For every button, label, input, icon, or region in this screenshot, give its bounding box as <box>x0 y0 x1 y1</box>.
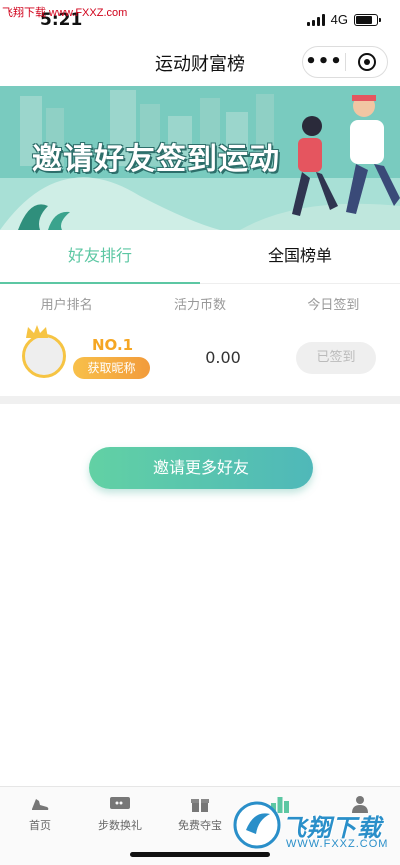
tabbar-label-home: 首页 <box>29 819 51 832</box>
target-icon <box>357 53 376 71</box>
header-user-rank: 用户排名 <box>40 298 93 313</box>
banner[interactable]: 邀请好友签到运动 <box>0 86 400 230</box>
ranking-tabs: 好友排行 全国榜单 <box>0 230 400 284</box>
table-header: 用户排名 活力币数 今日签到 <box>0 294 400 313</box>
shoe-icon <box>32 799 49 810</box>
signal-icon <box>306 13 325 26</box>
tabbar-item-home[interactable]: 首页 <box>0 787 80 847</box>
invite-more-friends-button[interactable]: 邀请更多好友 <box>89 447 313 489</box>
tabbar-item-steps-gift[interactable]: 步数换礼 <box>80 787 160 847</box>
get-nickname-button[interactable]: 获取昵称 <box>73 357 150 379</box>
signed-in-button: 已签到 <box>296 342 376 374</box>
gift-icon <box>191 799 209 812</box>
table-row: NO.1 获取昵称 0.00 已签到 <box>0 320 400 396</box>
section-divider <box>0 396 400 404</box>
more-button[interactable]: ••• <box>303 47 345 77</box>
home-indicator <box>130 852 270 857</box>
header-coins: 活力币数 <box>173 298 226 313</box>
banner-headline: 邀请好友签到运动 <box>32 142 280 177</box>
watermark-top: 飞翔下载 www.FXXZ.com <box>2 7 128 19</box>
status-icons: 4G <box>306 12 381 27</box>
coins-value: 0.00 <box>205 348 241 367</box>
crown-icon <box>26 325 48 338</box>
tab-friend-ranking[interactable]: 好友排行 <box>0 230 200 284</box>
tabbar-label-free-treasure: 免费夺宝 <box>178 819 222 832</box>
network-type: 4G <box>330 12 348 27</box>
header-sign-in: 今日签到 <box>307 298 360 313</box>
rank-label: NO.1 <box>92 336 134 354</box>
mini-program-capsule: ••• <box>302 46 388 78</box>
watermark-logo-icon <box>233 801 281 849</box>
tabbar-item-free-treasure[interactable]: 免费夺宝 <box>160 787 240 847</box>
battery-icon <box>354 13 381 26</box>
avatar <box>22 334 66 378</box>
close-button[interactable] <box>346 53 387 71</box>
ticket-icon <box>110 797 130 809</box>
watermark-url: WWW.FXXZ.COM <box>286 838 389 850</box>
tab-national-ranking[interactable]: 全国榜单 <box>200 230 400 283</box>
tabbar-label-steps-gift: 步数换礼 <box>98 819 142 832</box>
status-bar: 5:21 飞翔下载 www.FXXZ.com 4G <box>0 0 400 40</box>
